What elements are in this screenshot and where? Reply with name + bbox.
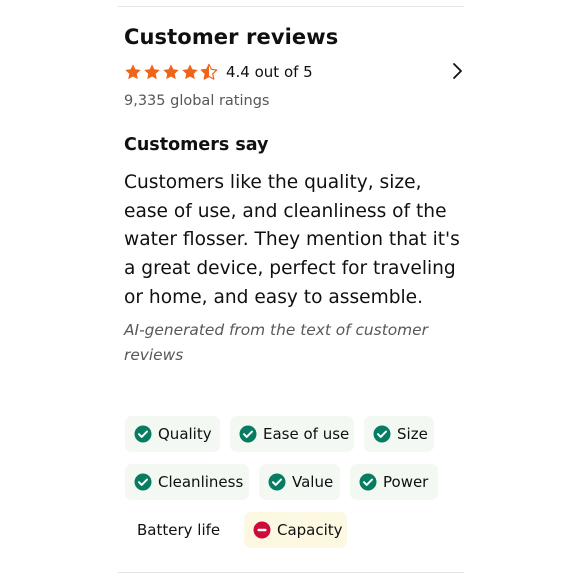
review-summary: Customers like the quality, size, ease o… [124,172,460,308]
check-circle-icon [239,425,257,443]
aspect-chip-size[interactable]: Size [364,416,434,452]
star-full-icon [124,63,142,81]
aspect-label: Capacity [277,521,343,539]
rating-text: 4.4 out of 5 [226,63,313,81]
check-circle-icon [134,473,152,491]
aspect-chip-battery-life[interactable]: Battery life [125,512,235,548]
aspect-chip-capacity[interactable]: Capacity [244,512,347,548]
aspect-label: Cleanliness [158,473,244,491]
chevron-right-icon[interactable] [450,62,464,80]
aspect-chip-power[interactable]: Power [350,464,438,500]
customers-say-heading: Customers say [124,135,269,155]
aspect-label: Quality [158,425,212,443]
aspect-label: Power [383,473,429,491]
star-half-icon [200,63,218,81]
aspect-chip-value[interactable]: Value [259,464,340,500]
aspect-chip-cleanliness[interactable]: Cleanliness [125,464,249,500]
aspect-label: Size [397,425,428,443]
section-title: Customer reviews [124,25,339,49]
aspect-chip-ease-of-use[interactable]: Ease of use [230,416,354,452]
aspect-label: Ease of use [263,425,350,443]
ai-generated-note: AI-generated from the text of customer r… [124,320,428,365]
check-circle-icon [268,473,286,491]
check-circle-icon [134,425,152,443]
rating-row[interactable]: 4.4 out of 5 [124,60,469,84]
minus-circle-icon [253,521,271,539]
check-circle-icon [373,425,391,443]
bottom-divider [118,572,464,573]
star-full-icon [181,63,199,81]
star-full-icon [162,63,180,81]
star-rating [124,63,218,81]
star-full-icon [143,63,161,81]
aspect-label: Value [292,473,334,491]
customer-reviews-section: Customer reviews 4.4 out of 5 9,335 glob… [124,22,469,369]
check-circle-icon [359,473,377,491]
global-ratings-count: 9,335 global ratings [124,93,270,109]
aspect-chip-quality[interactable]: Quality [125,416,220,452]
top-divider [118,6,464,7]
aspect-label: Battery life [137,521,221,539]
